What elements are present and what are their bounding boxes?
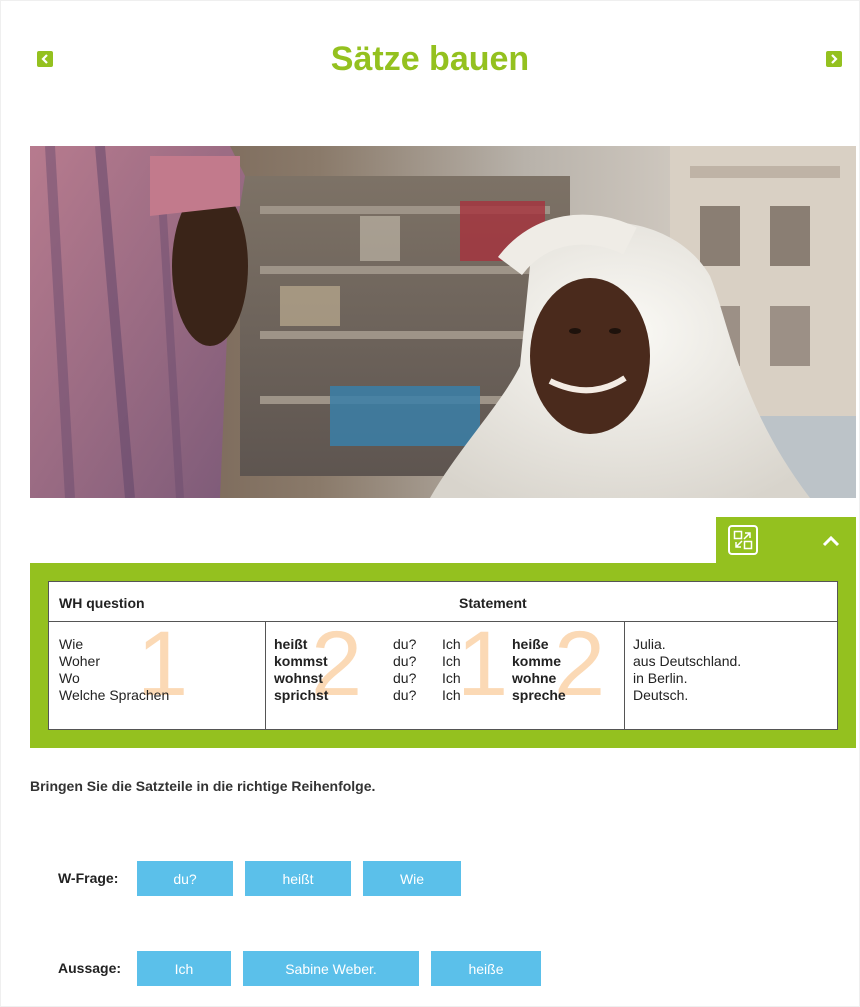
wh-word: Woher	[59, 653, 100, 669]
table-row: Wo wohnst du? Ich wohne in Berlin.	[49, 670, 837, 687]
table-row: Wie heißt du? Ich heiße Julia.	[49, 636, 837, 653]
collapse-button[interactable]	[816, 529, 846, 553]
expand-button[interactable]	[728, 525, 758, 555]
header-wh-question: WH question	[59, 595, 145, 611]
verb-1st-person: spreche	[512, 687, 566, 703]
pronoun: du?	[393, 653, 417, 669]
complement: Deutsch.	[633, 687, 689, 703]
verb-2nd-person: wohnst	[274, 670, 323, 686]
wh-word: Wo	[59, 670, 80, 686]
next-page-button[interactable]	[826, 51, 842, 67]
aussage-label: Aussage:	[58, 960, 122, 976]
verb-2nd-person: kommst	[274, 653, 328, 669]
table-row: Woher kommst du? Ich komme aus Deutschla…	[49, 653, 837, 670]
wh-word: Welche Sprachen	[59, 687, 170, 703]
page-title: Sätze bauen	[330, 40, 530, 78]
chevron-right-icon	[831, 54, 838, 64]
grammar-table: WH question Statement 1 2 1 2 Wie heißt …	[48, 581, 838, 730]
subject: Ich	[442, 687, 461, 703]
grammar-box: WH question Statement 1 2 1 2 Wie heißt …	[30, 563, 856, 748]
table-row: Welche Sprachen sprichst du? Ich spreche…	[49, 687, 837, 704]
verb-2nd-person: heißt	[274, 636, 308, 652]
subject: Ich	[442, 636, 461, 652]
subject: Ich	[442, 653, 461, 669]
subject: Ich	[442, 670, 461, 686]
complement: in Berlin.	[633, 670, 688, 686]
verb-1st-person: wohne	[512, 670, 557, 686]
complement: aus Deutschland.	[633, 653, 742, 669]
wh-word: Wie	[59, 636, 84, 652]
lesson-photo	[30, 146, 856, 498]
word-chip[interactable]: Sabine Weber.	[243, 951, 419, 986]
exercise-page: Sätze bauen WH question Statement 1 2 1 …	[0, 0, 860, 1007]
word-chip[interactable]: heißt	[245, 861, 351, 896]
word-chip[interactable]: du?	[137, 861, 233, 896]
instruction-text: Bringen Sie die Satzteile in die richtig…	[30, 778, 376, 794]
expand-icon	[733, 530, 753, 550]
verb-1st-person: komme	[512, 653, 562, 669]
complement: Julia.	[633, 636, 666, 652]
pronoun: du?	[393, 636, 417, 652]
grammar-toolbar	[716, 517, 856, 565]
verb-2nd-person: sprichst	[274, 687, 329, 703]
pronoun: du?	[393, 670, 417, 686]
word-chip[interactable]: Wie	[363, 861, 461, 896]
word-chip[interactable]: heiße	[431, 951, 541, 986]
chevron-up-icon	[822, 535, 840, 547]
wfrage-label: W-Frage:	[58, 870, 119, 886]
word-chip[interactable]: Ich	[137, 951, 231, 986]
pronoun: du?	[393, 687, 417, 703]
verb-1st-person: heiße	[512, 636, 549, 652]
header-statement: Statement	[459, 595, 527, 611]
